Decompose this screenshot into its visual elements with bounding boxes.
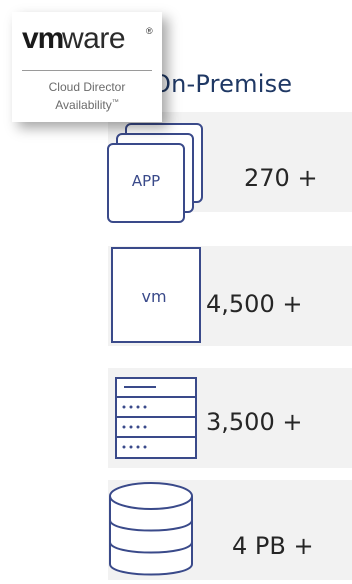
brand-vm-text: vm bbox=[22, 22, 63, 55]
logo-divider bbox=[22, 70, 152, 71]
vmware-logo-card: vm ware ® Cloud Director Availability™ bbox=[12, 12, 162, 122]
product-name-line2: Availability™ bbox=[18, 95, 156, 113]
stat-value-storage: 4 PB + bbox=[232, 532, 314, 560]
app-stack-icon: APP bbox=[107, 123, 203, 223]
product-name-line2-text: Availability bbox=[55, 98, 112, 112]
vmware-wordmark: vm ware ® bbox=[22, 22, 153, 55]
trademark-mark: ™ bbox=[111, 99, 119, 106]
product-name-line1: Cloud Director bbox=[48, 80, 126, 94]
stat-value-vms: 4,500 + bbox=[206, 290, 303, 318]
section-heading: On-Premise bbox=[152, 70, 293, 98]
stat-value-apps: 270 + bbox=[244, 164, 318, 192]
vm-icon-label: vm bbox=[141, 287, 166, 306]
brand-ware-text: ware bbox=[61, 22, 125, 55]
registered-mark: ® bbox=[146, 26, 153, 36]
vm-box-icon: vm bbox=[111, 247, 201, 343]
product-name: Cloud Director Availability™ bbox=[18, 80, 156, 113]
stat-value-servers: 3,500 + bbox=[206, 408, 303, 436]
database-icon bbox=[109, 482, 193, 576]
server-rack-icon bbox=[115, 377, 197, 459]
app-icon-label: APP bbox=[132, 172, 160, 190]
